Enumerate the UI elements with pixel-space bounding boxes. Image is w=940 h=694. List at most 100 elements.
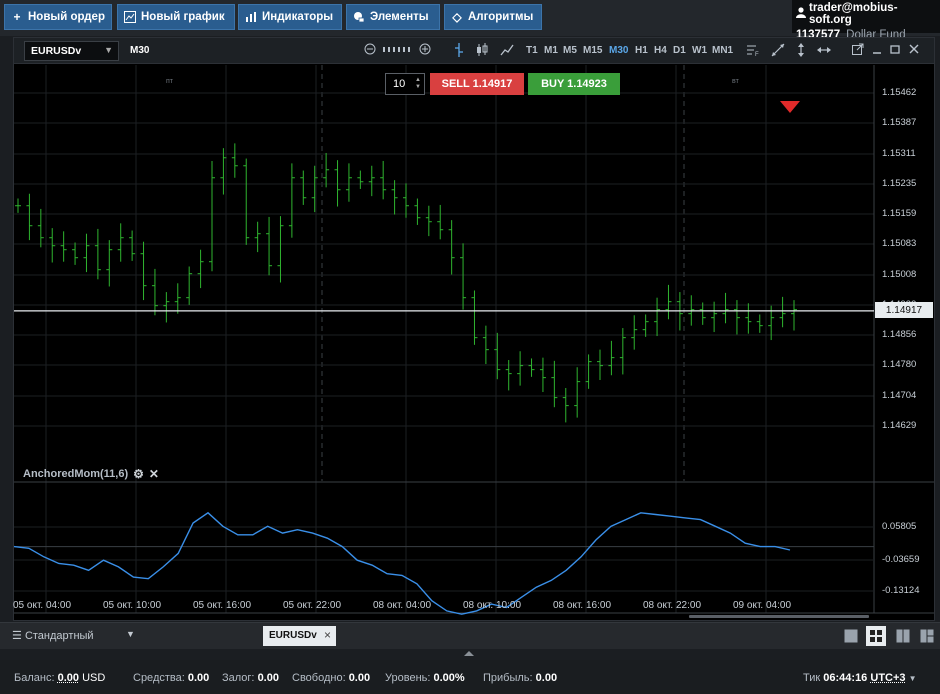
balance-label: Баланс: <box>14 672 55 684</box>
new-order-button[interactable]: + Новый ордер <box>4 4 112 30</box>
time-axis-tick: 08 окт. 16:00 <box>553 600 612 611</box>
price-bar <box>60 231 67 262</box>
plus-icon: + <box>13 10 21 24</box>
price-axis-tick: 1.14856 <box>882 329 917 340</box>
stepper-arrows-icon[interactable]: ▲ ▼ <box>415 77 421 91</box>
indicator-line <box>14 511 791 615</box>
tab-timeframe-t1[interactable]: T1 <box>526 45 538 56</box>
layout-columns-icon[interactable] <box>896 629 910 643</box>
minimize-icon[interactable] <box>872 43 882 58</box>
price-bar <box>174 283 181 314</box>
chart-icon <box>124 11 136 23</box>
price-bar <box>129 230 136 261</box>
price-bar <box>722 292 729 324</box>
balance-value[interactable]: 0.00 <box>58 672 79 684</box>
tab-timeframe-mn1[interactable]: MN1 <box>712 45 733 56</box>
price-bar <box>140 241 147 301</box>
trend-line-icon[interactable] <box>771 43 785 60</box>
tick-status: Тик 06:44:16 UTC+3 ▼ <box>803 672 917 684</box>
remove-indicator-icon[interactable]: ✕ <box>149 467 159 481</box>
tab-timeframe-m1[interactable]: M1 <box>544 45 558 56</box>
price-bar <box>631 315 638 350</box>
tab-timeframe-m30[interactable]: M30 <box>609 45 628 56</box>
price-bar <box>83 233 90 273</box>
tab-timeframe-h4[interactable]: H4 <box>654 45 667 56</box>
indicators-button[interactable]: Индикаторы <box>238 4 342 30</box>
close-tab-icon[interactable]: × <box>324 628 331 642</box>
price-bar <box>403 183 409 218</box>
time-axis-tick: 05 окт. 22:00 <box>283 600 342 611</box>
line-chart-icon[interactable] <box>500 43 514 60</box>
elements-button[interactable]: Элементы <box>346 4 440 30</box>
new-chart-button[interactable]: Новый график <box>117 4 235 30</box>
layout-quad-icon[interactable] <box>866 626 886 646</box>
indicator-settings-icon[interactable]: F <box>746 43 760 60</box>
funds-value: 0.00 <box>187 672 210 684</box>
free-value: 0.00 <box>348 672 371 684</box>
menu-icon: ☰ <box>12 630 22 642</box>
symbol-select[interactable]: EURUSDv ▼ <box>24 41 119 61</box>
maximize-icon[interactable] <box>890 43 900 58</box>
sell-button[interactable]: SELL 1.14917 <box>430 73 524 95</box>
quantity-stepper[interactable]: 10 ▲ ▼ <box>385 73 425 95</box>
margin-label: Залог: <box>222 672 255 684</box>
price-bar <box>323 152 330 188</box>
price-bar <box>26 193 33 241</box>
indicator-name: AnchoredMom(11,6) <box>23 468 129 480</box>
tab-symbol[interactable]: EURUSDv × <box>263 626 336 646</box>
price-bar <box>665 284 672 320</box>
price-bar <box>608 340 615 376</box>
price-axis-tick: 1.15083 <box>882 238 917 249</box>
chevron-down-icon: ▼ <box>126 629 135 639</box>
bar-type-icon[interactable] <box>454 43 464 60</box>
tab-timeframe-m15[interactable]: M15 <box>583 45 602 56</box>
balance-status: Баланс: 0.00 USD <box>14 672 105 684</box>
account-panel[interactable]: trader@mobius-soft.org 1137577 Dollar Fu… <box>792 0 940 41</box>
price-bar <box>277 216 284 283</box>
vertical-line-icon[interactable] <box>796 43 806 60</box>
tab-timeframe-h1[interactable]: H1 <box>635 45 648 56</box>
zoom-slider[interactable] <box>381 42 421 59</box>
tab-timeframe-m5[interactable]: M5 <box>563 45 577 56</box>
time-axis-tick: 09 окт. 04:00 <box>733 600 792 611</box>
close-icon[interactable] <box>909 43 919 58</box>
level-status: Уровень: 0.00% <box>385 672 465 684</box>
price-bar <box>117 223 124 262</box>
price-bar <box>94 228 101 280</box>
profit-value: 0.00 <box>535 672 558 684</box>
horizontal-line-icon[interactable] <box>817 43 831 60</box>
price-bar <box>300 170 307 205</box>
gear-icon[interactable]: ⚙ <box>133 467 144 481</box>
panel-resize-handle[interactable] <box>464 651 474 656</box>
scroll-marker-icon <box>780 101 800 113</box>
price-bar <box>574 367 581 418</box>
shapes-icon <box>353 11 365 23</box>
account-user: trader@mobius-soft.org <box>809 2 898 26</box>
detach-icon[interactable] <box>852 43 864 58</box>
tab-timeframe-w1[interactable]: W1 <box>692 45 707 56</box>
current-timeframe: M30 <box>130 45 150 56</box>
tab-symbol-label: EURUSDv <box>269 630 317 641</box>
tick-label: Тик <box>803 672 821 684</box>
price-bar <box>562 388 569 423</box>
quantity-value: 10 <box>393 78 406 90</box>
price-bar <box>266 216 273 276</box>
timezone-select[interactable]: UTC+3 <box>870 672 905 684</box>
zoom-in-icon[interactable] <box>419 43 431 58</box>
price-bar <box>654 297 661 337</box>
indicator-axis-tick: -0.03659 <box>882 554 920 565</box>
price-bar <box>528 358 535 377</box>
layout-split-icon[interactable] <box>920 629 934 643</box>
chevron-down-icon: ▼ <box>104 45 113 55</box>
buy-button[interactable]: BUY 1.14923 <box>528 73 620 95</box>
algorithms-button[interactable]: ◇ Алгоритмы <box>444 4 542 30</box>
candlestick-icon[interactable] <box>476 43 488 60</box>
svg-text:F: F <box>755 52 759 57</box>
level-value: 0.00% <box>433 672 465 684</box>
layout-single-icon[interactable] <box>844 629 858 643</box>
zoom-out-icon[interactable] <box>364 43 376 58</box>
price-bar <box>311 165 318 213</box>
chart-plot[interactable] <box>14 65 934 621</box>
workspace-select[interactable]: ☰ Стандартный ▼ <box>12 629 135 642</box>
tab-timeframe-d1[interactable]: D1 <box>673 45 686 56</box>
